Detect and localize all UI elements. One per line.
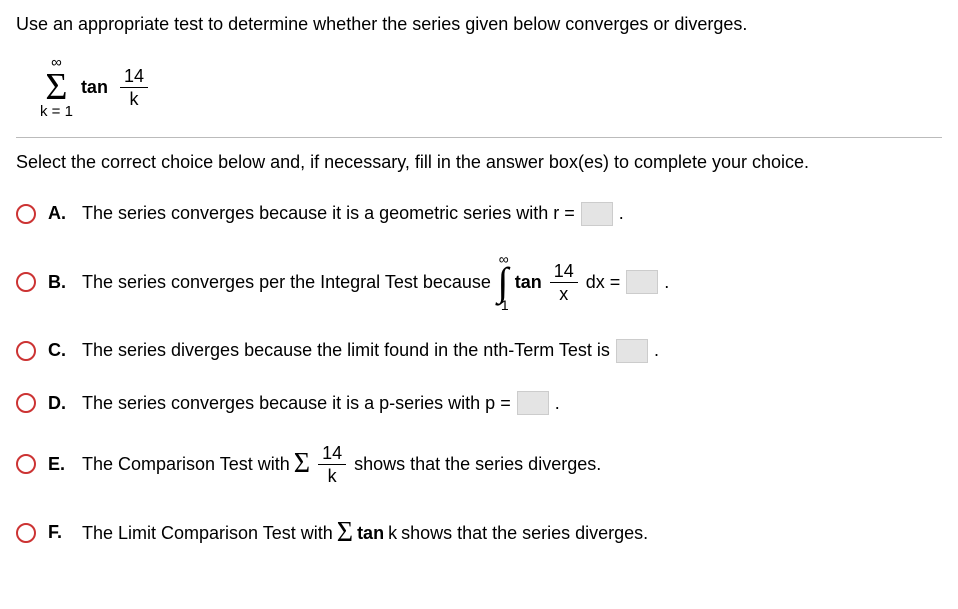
integral-block: ∞ ∫ 1 — [497, 252, 509, 312]
option-f-label: F. — [48, 522, 70, 543]
answer-box-c[interactable] — [616, 339, 648, 363]
option-e-fraction: 14 k — [318, 444, 346, 485]
sigma-symbol: Σ — [45, 70, 67, 104]
option-a: A. The series converges because it is a … — [16, 199, 942, 228]
option-e-text: The Comparison Test with Σ 14 k shows th… — [82, 442, 601, 487]
option-e-label: E. — [48, 454, 70, 475]
frac-den: k — [125, 88, 142, 108]
option-b-frac-den: x — [555, 283, 572, 303]
option-e-frac-den: k — [324, 465, 341, 485]
series-fraction: 14 k — [120, 67, 148, 108]
option-d-text1: The series converges because it is a p-s… — [82, 389, 511, 418]
option-e-text2: shows that the series diverges. — [354, 450, 601, 479]
option-c-label: C. — [48, 340, 70, 361]
option-d-period: . — [555, 389, 560, 418]
options-group: A. The series converges because it is a … — [16, 199, 942, 555]
series-func: tan — [81, 77, 108, 98]
option-a-label: A. — [48, 203, 70, 224]
option-b-label: B. — [48, 272, 70, 293]
answer-box-a[interactable] — [581, 202, 613, 226]
radio-a[interactable] — [16, 204, 36, 224]
int-lower: 1 — [497, 298, 509, 312]
instruction-text: Select the correct choice below and, if … — [16, 152, 942, 173]
option-f-text: The Limit Comparison Test with Σ tan k s… — [82, 511, 648, 556]
option-b-func: tan — [515, 268, 542, 297]
sigma-lower: k = 1 — [40, 104, 73, 119]
radio-f[interactable] — [16, 523, 36, 543]
option-a-period: . — [619, 199, 624, 228]
option-e-frac-num: 14 — [318, 444, 346, 465]
option-d: D. The series converges because it is a … — [16, 389, 942, 418]
option-b-text: The series converges per the Integral Te… — [82, 252, 669, 312]
option-a-text: The series converges because it is a geo… — [82, 199, 624, 228]
option-c-period: . — [654, 336, 659, 365]
option-b-fraction: 14 x — [550, 262, 578, 303]
option-e: E. The Comparison Test with Σ 14 k shows… — [16, 442, 942, 487]
option-b-text2: dx = — [586, 268, 621, 297]
option-e-text1: The Comparison Test with — [82, 450, 290, 479]
option-f-var: k — [388, 519, 397, 548]
sigma-block: ∞ Σ k = 1 — [40, 55, 73, 119]
answer-box-b[interactable] — [626, 270, 658, 294]
question-text: Use an appropriate test to determine whe… — [16, 12, 942, 37]
frac-num: 14 — [120, 67, 148, 88]
option-f-text1: The Limit Comparison Test with — [82, 519, 333, 548]
sigma-inline-f: Σ — [337, 511, 353, 556]
option-b-period: . — [664, 268, 669, 297]
option-c: C. The series diverges because the limit… — [16, 336, 942, 365]
radio-b[interactable] — [16, 272, 36, 292]
option-c-text: The series diverges because the limit fo… — [82, 336, 659, 365]
series-expression: ∞ Σ k = 1 tan 14 k — [40, 55, 942, 119]
integral-symbol: ∫ — [497, 266, 508, 298]
option-c-text1: The series diverges because the limit fo… — [82, 336, 610, 365]
option-f-text2: shows that the series diverges. — [401, 519, 648, 548]
option-f-func: tan — [357, 519, 384, 548]
option-b-frac-num: 14 — [550, 262, 578, 283]
option-f: F. The Limit Comparison Test with Σ tan … — [16, 511, 942, 556]
option-b-text1: The series converges per the Integral Te… — [82, 268, 491, 297]
radio-e[interactable] — [16, 454, 36, 474]
radio-c[interactable] — [16, 341, 36, 361]
option-a-text1: The series converges because it is a geo… — [82, 199, 575, 228]
option-b: B. The series converges per the Integral… — [16, 252, 942, 312]
option-d-text: The series converges because it is a p-s… — [82, 389, 560, 418]
answer-box-d[interactable] — [517, 391, 549, 415]
divider — [16, 137, 942, 138]
radio-d[interactable] — [16, 393, 36, 413]
sigma-inline-e: Σ — [294, 442, 310, 487]
option-d-label: D. — [48, 393, 70, 414]
